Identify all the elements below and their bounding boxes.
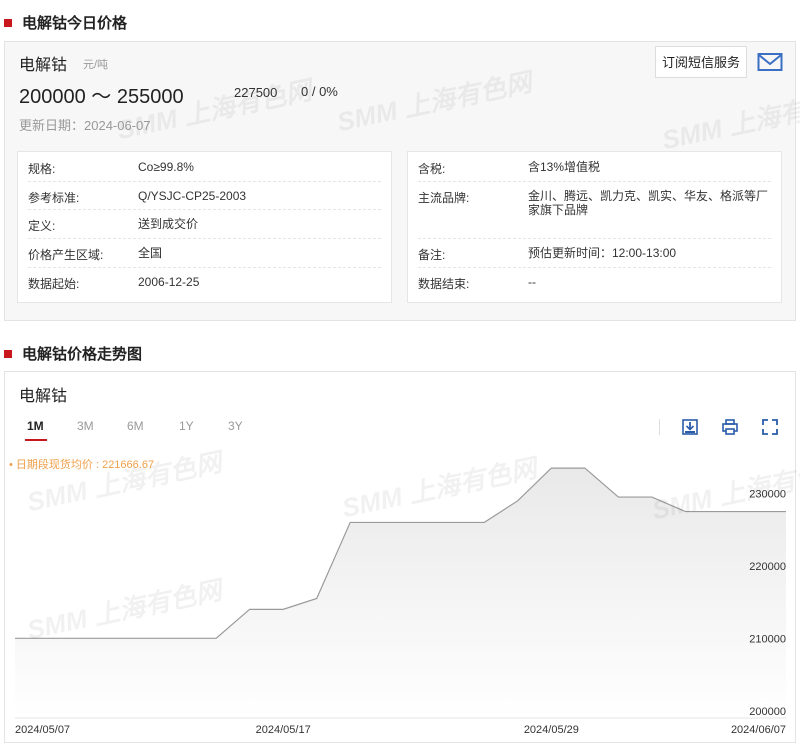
spec-value: 2006-12-25 [138, 275, 200, 289]
spec-row: 参考标准: Q/YSJC-CP25-2003 [28, 181, 381, 210]
spec-row: 价格产生区域: 全国 [28, 238, 381, 268]
spec-value: 金川、腾远、凯力克、凯实、华友、格派等厂家旗下品牌 [528, 189, 769, 217]
price-card: SMM 上海有色网 SMM 上海有色网 SMM 上海有色网 电解钴 元/吨 20… [4, 41, 800, 321]
watermark: SMM 上海有色网 [334, 66, 535, 138]
mail-icon[interactable] [757, 52, 783, 72]
y-tick-label: 230000 [749, 488, 786, 500]
spec-key: 价格产生区域: [28, 248, 104, 262]
update-date: 更新日期：2024-06-07 [19, 118, 151, 133]
active-tab-indicator [25, 439, 47, 441]
spec-value: 预估更新时间：12:00-13:00 [528, 246, 677, 260]
spec-value: Co≥99.8% [138, 160, 194, 174]
spec-key: 主流品牌: [418, 191, 470, 205]
title-marker [4, 349, 12, 358]
spec-row: 含税: 含13%增值税 [418, 152, 771, 182]
tab-3m[interactable]: 3M [77, 419, 94, 433]
section-title-price-trend: 电解钴价格走势图 [4, 343, 142, 364]
spec-value: -- [528, 275, 536, 289]
product-name: 电解钴 [19, 57, 68, 74]
spec-row: 数据结束: -- [418, 267, 771, 296]
spec-value: Q/YSJC-CP25-2003 [138, 189, 247, 203]
tab-1m[interactable]: 1M [27, 419, 44, 433]
spec-value: 送到成交价 [138, 217, 199, 231]
watermark: SMM 上海有色网 [659, 84, 800, 156]
spec-row: 定义: 送到成交价 [28, 209, 381, 239]
chart-panel: 200000 210000 220000 230000 2024/05/07 2024/0… [4, 371, 800, 743]
y-tick-label: 200000 [749, 706, 786, 718]
spec-key: 数据起始: [28, 277, 80, 291]
print-icon[interactable] [721, 418, 739, 436]
spec-table-right: 含税: 含13%增值税 主流品牌: 金川、腾远、凯力克、凯实、华友、格派等厂家旗… [407, 151, 782, 303]
title-marker [4, 18, 12, 27]
spec-key: 参考标准: [28, 191, 80, 205]
download-icon[interactable] [681, 418, 699, 436]
toolbar-divider [659, 419, 660, 435]
spec-row: 规格: Co≥99.8% [28, 152, 381, 182]
period-average-label: • 日期段现货均价 : 221666.67 [9, 459, 155, 471]
spec-key: 数据结束: [418, 277, 470, 291]
price-trend-chart: 200000 210000 220000 230000 2024/05/07 2024/0… [15, 467, 786, 736]
spec-value: 全国 [138, 246, 163, 260]
section-title-today-price: 电解钴今日价格 [4, 12, 127, 33]
spec-key: 备注: [418, 248, 446, 262]
y-tick-label: 210000 [749, 633, 786, 645]
spec-key: 定义: [28, 219, 56, 233]
price-range: 200000 ～ 255000 [19, 86, 184, 108]
tab-3y[interactable]: 3Y [228, 419, 243, 433]
average-price: 227500 [234, 85, 278, 100]
section-title-text: 电解钴今日价格 [22, 15, 128, 32]
spec-row: 主流品牌: 金川、腾远、凯力克、凯实、华友、格派等厂家旗下品牌 [418, 181, 771, 239]
spec-key: 规格: [28, 162, 56, 176]
section-title-text: 电解钴价格走势图 [22, 346, 143, 363]
spec-value: 含13%增值税 [528, 160, 601, 174]
spec-table-left: 规格: Co≥99.8% 参考标准: Q/YSJC-CP25-2003 定义: … [17, 151, 392, 303]
price-change: 0 / 0% [301, 84, 338, 99]
x-tick-label: 2024/05/17 [256, 724, 311, 736]
spec-row: 备注: 预估更新时间：12:00-13:00 [418, 238, 771, 268]
tab-6m[interactable]: 6M [127, 419, 144, 433]
fullscreen-icon[interactable] [761, 418, 779, 436]
x-tick-label: 2024/05/07 [15, 724, 70, 736]
price-unit: 元/吨 [83, 59, 109, 71]
x-tick-label: 2024/05/29 [524, 724, 579, 736]
spec-key: 含税: [418, 162, 446, 176]
tab-1y[interactable]: 1Y [179, 419, 194, 433]
y-tick-label: 220000 [749, 561, 786, 573]
spec-row: 数据起始: 2006-12-25 [28, 267, 381, 296]
subscribe-sms-button[interactable]: 订阅短信服务 [655, 46, 748, 78]
x-tick-label: 2024/06/07 [731, 724, 786, 736]
chart-product-name: 电解钴 [19, 388, 68, 405]
